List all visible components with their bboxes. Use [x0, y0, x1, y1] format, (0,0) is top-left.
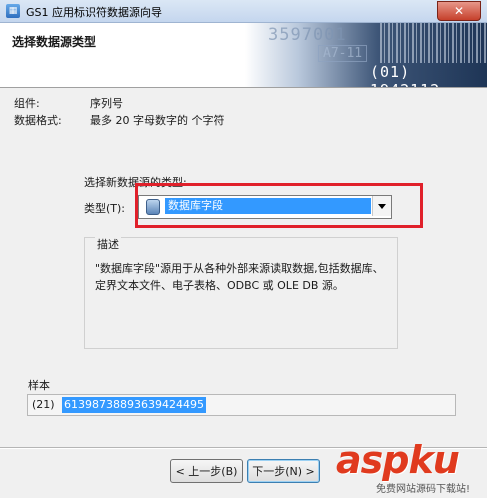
gs1-wizard-icon: ▦: [6, 4, 20, 18]
sample-label: 样本: [28, 379, 50, 392]
data-format-value: 最多 20 字母数字的 个字符: [90, 114, 225, 127]
highlight-box: [135, 183, 423, 228]
component-label: 组件:: [14, 97, 40, 110]
close-button[interactable]: ✕: [437, 1, 481, 21]
watermark-tagline: 免费网站源码下载站!: [376, 484, 471, 495]
window-title: GS1 应用标识符数据源向导: [26, 6, 163, 19]
data-format-label: 数据格式:: [14, 114, 62, 127]
back-button[interactable]: < 上一步(B): [170, 459, 243, 483]
watermark: aspku 免费网站源码下载站!: [332, 436, 487, 498]
next-button[interactable]: 下一步(N) >: [247, 459, 320, 483]
watermark-brand: aspku: [336, 438, 460, 482]
component-value: 序列号: [90, 97, 123, 110]
sample-value: 6139873889363942449​5: [62, 397, 206, 413]
banner-number: 3597001: [268, 25, 347, 45]
banner-code: (01) 1942112: [370, 63, 439, 87]
type-label: 类型(T):: [84, 202, 126, 215]
title-bar: ▦ GS1 应用标识符数据源向导 ✕: [0, 0, 487, 23]
wizard-header: 选择数据源类型 3597001 A7-11 (01) 1942112: [0, 23, 487, 88]
page-title: 选择数据源类型: [12, 35, 97, 49]
banner-number-boxed: A7-11: [318, 45, 368, 62]
description-text: "数据库字段"源用于从各种外部来源读取数据,包括数据库、定界文本文件、电子表格、…: [95, 262, 384, 292]
sample-prefix: (21): [32, 398, 55, 411]
description-group: 描述 "数据库字段"源用于从各种外部来源读取数据,包括数据库、定界文本文件、电子…: [84, 236, 398, 349]
description-title: 描述: [95, 236, 121, 252]
sample-field[interactable]: (21) 6139873889363942449​5: [27, 394, 456, 416]
barcode-graphic: [380, 23, 487, 63]
